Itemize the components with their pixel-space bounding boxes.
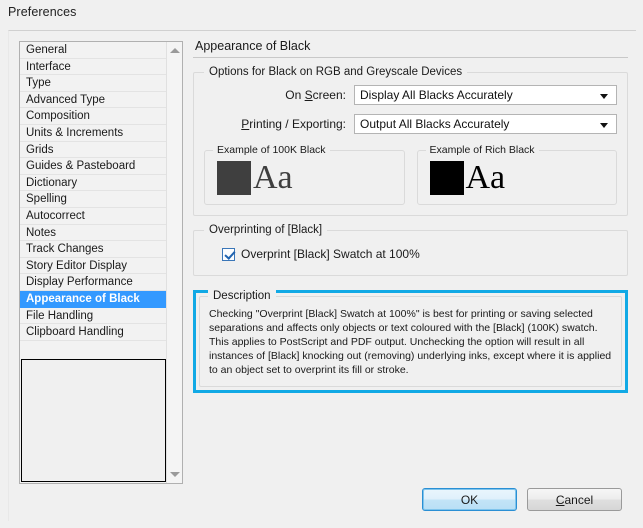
page-title: Appearance of Black <box>195 39 311 53</box>
options-group-legend: Options for Black on RGB and Greyscale D… <box>204 66 468 78</box>
example-rich-black: Example of Rich Black Aa <box>416 144 617 205</box>
options-group: Options for Black on RGB and Greyscale D… <box>193 66 628 216</box>
window-title: Preferences <box>8 5 77 19</box>
sidebar-item-grids[interactable]: Grids <box>20 141 167 159</box>
cancel-button-accel: C <box>555 492 565 507</box>
preferences-dialog: General Interface Type Advanced Type Composi… <box>8 30 636 521</box>
sidebar-item-composition[interactable]: Composition <box>20 108 167 125</box>
dialog-button-row: OK Cancel <box>422 488 622 511</box>
on-screen-dropdown-value: Display All Blacks Accurately <box>360 88 513 102</box>
sidebar-item-notes[interactable]: Notes <box>20 224 167 242</box>
example-rich-black-sample: Aa <box>465 158 506 196</box>
description-highlight-box: Description Checking "Overprint [Black] … <box>193 290 628 393</box>
sidebar-item-clipboard-handling[interactable]: Clipboard Handling <box>20 324 167 341</box>
description-text: Checking "Overprint [Black] Swatch at 10… <box>209 308 612 376</box>
category-list[interactable]: General Interface Type Advanced Type Composi… <box>20 42 167 483</box>
sidebar-item-dictionary[interactable]: Dictionary <box>20 174 167 192</box>
scroll-up-arrow-icon[interactable] <box>170 48 181 53</box>
sidebar-scrollbar[interactable] <box>166 42 182 483</box>
overprinting-group-legend: Overprinting of [Black] <box>204 224 328 236</box>
sidebar-item-appearance-of-black[interactable]: Appearance of Black <box>20 290 167 308</box>
on-screen-label-prefix: On <box>285 88 305 102</box>
sidebar-item-type[interactable]: Type <box>20 75 167 92</box>
black-swatch-rich <box>429 160 464 195</box>
overprint-checkbox-row[interactable]: Overprint [Black] Swatch at 100% <box>222 247 617 261</box>
main-content-panel: Appearance of Black Options for Black on… <box>193 39 628 393</box>
printing-exporting-label-suffix: rinting / Exporting: <box>249 117 346 131</box>
example-swatches: Example of 100K Black Aa Example of Rich… <box>204 144 617 205</box>
overprint-checkbox[interactable] <box>222 247 235 261</box>
sidebar-item-units-increments[interactable]: Units & Increments <box>20 124 167 142</box>
sidebar-item-file-handling[interactable]: File Handling <box>20 307 167 325</box>
scroll-down-arrow-icon[interactable] <box>170 472 181 477</box>
on-screen-row: On Screen: Display All Blacks Accurately <box>204 85 617 105</box>
on-screen-dropdown[interactable]: Display All Blacks Accurately <box>354 85 617 105</box>
sidebar-item-display-performance[interactable]: Display Performance <box>20 274 167 291</box>
cancel-button-suffix: ancel <box>564 492 594 507</box>
example-100k-black-legend: Example of 100K Black <box>213 144 330 156</box>
overprinting-group: Overprinting of [Black] Overprint [Black… <box>193 224 628 276</box>
example-rich-black-legend: Example of Rich Black <box>425 144 539 156</box>
example-100k-black-sample: Aa <box>253 158 293 196</box>
printing-exporting-row: Printing / Exporting: Output All Blacks … <box>204 114 617 134</box>
sidebar-item-track-changes[interactable]: Track Changes <box>20 241 167 258</box>
sidebar-item-advanced-type[interactable]: Advanced Type <box>20 91 167 109</box>
sidebar-item-story-editor-display[interactable]: Story Editor Display <box>20 257 167 275</box>
overprint-checkbox-label[interactable]: Overprint [Black] Swatch at 100% <box>241 247 420 261</box>
example-100k-black: Example of 100K Black Aa <box>204 144 405 205</box>
black-swatch-100k <box>217 160 251 195</box>
chevron-down-icon[interactable] <box>600 123 608 128</box>
preferences-category-sidebar[interactable]: General Interface Type Advanced Type Composi… <box>19 41 183 484</box>
description-group-legend: Description <box>208 290 276 302</box>
title-divider <box>193 57 628 58</box>
on-screen-label-suffix: creen: <box>312 88 346 102</box>
sidebar-item-autocorrect[interactable]: Autocorrect <box>20 207 167 225</box>
printing-exporting-dropdown[interactable]: Output All Blacks Accurately <box>354 114 617 134</box>
sidebar-item-spelling[interactable]: Spelling <box>20 191 167 208</box>
on-screen-label-accel: S <box>304 88 313 102</box>
description-group: Description Checking "Overprint [Black] … <box>199 290 622 387</box>
printing-exporting-label: Printing / Exporting: <box>204 117 354 131</box>
printing-exporting-dropdown-value: Output All Blacks Accurately <box>360 117 510 131</box>
cancel-button[interactable]: Cancel <box>527 488 622 511</box>
ok-button[interactable]: OK <box>422 488 517 511</box>
sidebar-item-interface[interactable]: Interface <box>20 58 167 76</box>
sidebar-empty-area <box>21 359 167 482</box>
chevron-down-icon[interactable] <box>600 94 608 99</box>
sidebar-item-guides-pasteboard[interactable]: Guides & Pasteboard <box>20 158 167 175</box>
on-screen-label: On Screen: <box>204 88 354 102</box>
sidebar-item-general[interactable]: General <box>20 42 167 59</box>
